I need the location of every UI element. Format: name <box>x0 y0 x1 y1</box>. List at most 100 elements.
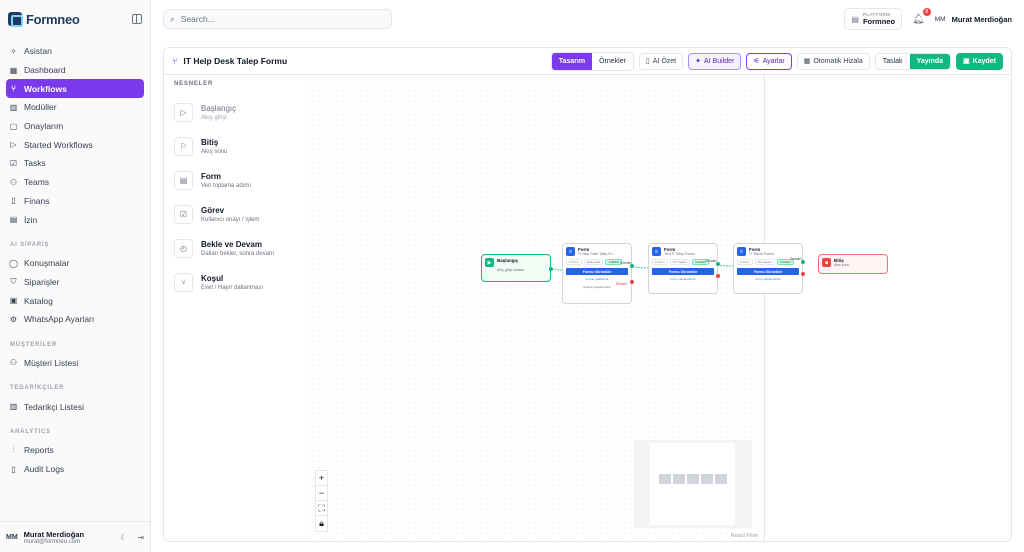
workflow-icon: ⑂ <box>11 84 16 94</box>
publish-toggle: Taslak Yayında <box>874 52 952 70</box>
handle[interactable] <box>549 267 553 271</box>
node-palette: NESNELER ▷ Başlangıç Akış girişi ⚐ Bitiş Akış… <box>164 75 304 541</box>
sidebar-user[interactable]: MM Murat Merdioğan murat@formneo.com ☾ ⇥ <box>0 521 150 552</box>
ai-summary-button[interactable]: ▯ AI Özet <box>638 52 684 70</box>
handle[interactable] <box>801 272 805 276</box>
node-note: Forma yetkilendir <box>585 277 609 281</box>
sidebar-item-konu-malar[interactable]: ◯ Konuşmalar <box>6 254 144 273</box>
settings-button[interactable]: ⚟ Ayarlar <box>746 52 792 70</box>
sidebar-item-tedarik-i-listesi[interactable]: ▥ Tedarikçi Listesi <box>6 397 144 416</box>
palette-item-title: Bekle ve Devam <box>201 239 262 249</box>
view-form-button[interactable]: Formu Görüntüle <box>652 268 714 275</box>
sidebar-item-sipari-ler[interactable]: ⛉ Siparişler <box>6 273 144 292</box>
sidebar-item-workflows[interactable]: ⑂ Workflows <box>6 79 144 99</box>
palette-item-subtitle: Evet / Hayır dallanması <box>201 284 264 291</box>
handle[interactable] <box>630 280 634 284</box>
view-form-button[interactable]: Formu Görüntüle <box>737 268 799 275</box>
view-form-button[interactable]: Formu Görüntüle <box>566 268 628 275</box>
search-input[interactable]: ⌕ Search... <box>163 9 392 29</box>
sidebar-item-i-zin[interactable]: ▤ İzin <box>6 210 144 229</box>
canvas-controls: + − ⛶ 🔒︎ <box>315 470 328 532</box>
notification-badge: 8 <box>922 7 931 16</box>
node-note: Form yapılandırıldı <box>755 277 781 281</box>
handle[interactable] <box>630 264 634 268</box>
lock-icon[interactable]: 🔒︎ <box>316 516 327 531</box>
workflow-header: ⑂ IT Help Desk Talep Formu Tasarım Örnek… <box>164 48 1011 75</box>
properties-panel <box>765 75 1011 541</box>
save-button[interactable]: ▣ Kaydet <box>956 52 1003 70</box>
sidebar-item-reports[interactable]: ⫶ Reports <box>6 441 144 460</box>
tab-examples[interactable]: Örnekler <box>592 53 633 70</box>
palette-item-0[interactable]: ▷ Başlangıç Akış girişi <box>174 95 294 129</box>
user-menu[interactable]: MM Murat Merdioğan <box>935 15 1012 24</box>
play-icon: ▷ <box>10 140 17 150</box>
sidebar-item-mod-ller[interactable]: ▥ Modüller <box>6 98 144 117</box>
palette-item-subtitle: Akış girişi <box>201 114 227 121</box>
zoom-in-icon[interactable]: + <box>316 471 327 486</box>
node-note: Form yapılandırıldı <box>670 277 696 281</box>
sidebar-item-tasks[interactable]: ☑ Tasks <box>6 154 144 173</box>
logout-icon[interactable]: ⇥ <box>137 533 144 542</box>
form-node-3[interactable]: ≡ Form IT Teknik Formu 1 Form Tür Seçimi Y… <box>733 243 803 294</box>
sidebar-item-label: Konuşmalar <box>24 258 70 269</box>
form-node-1[interactable]: ≡ Form IT Help Desk Talep Fo... 1 Form Ak… <box>562 243 632 304</box>
palette-item-title: Başlangıç <box>201 103 237 113</box>
palette-item-1[interactable]: ⚐ Bitiş Akış sonu <box>174 129 294 163</box>
sidebar-collapse-icon[interactable] <box>132 14 142 24</box>
form-icon: ≡ <box>737 247 746 256</box>
search-icon: ⌕ <box>170 13 175 24</box>
sidebar-item-asistan[interactable]: ✧ Asistan <box>6 42 144 61</box>
sidebar-item-label: Tasks <box>24 158 46 169</box>
ai-builder-button[interactable]: ✦ AI Builder <box>688 52 742 70</box>
palette-item-3[interactable]: ☑ Görev Kullanıcı onayı / işlem <box>174 197 294 231</box>
file-icon: ▯ <box>11 196 16 206</box>
minimap[interactable] <box>634 440 752 528</box>
platform-switcher[interactable]: ▤ PLATFORM Formneo <box>844 8 903 30</box>
auto-align-label: Otomatik Hizala <box>813 57 863 65</box>
palette-item-4[interactable]: ◴ Bekle ve Devam Dalları bekler, sonra dev… <box>174 231 294 265</box>
handle[interactable] <box>716 274 720 278</box>
sidebar-item-label: Siparişler <box>24 276 60 287</box>
palette-item-subtitle: Veri toplama adımı <box>201 182 252 189</box>
fit-view-icon[interactable]: ⛶ <box>316 501 327 516</box>
palette-title: NESNELER <box>174 81 214 87</box>
search-placeholder: Search... <box>180 14 215 24</box>
sidebar-item-whatsapp-ayarlar-[interactable]: ⚙ WhatsApp Ayarları <box>6 310 144 329</box>
draft-option[interactable]: Taslak <box>876 54 910 69</box>
react-flow-attribution[interactable]: React Flow <box>730 533 758 539</box>
workflow-canvas[interactable]: ▶ Başlangıç Akış girişi noktası ≡ Form I… <box>304 75 888 541</box>
tag: Tür Seçimi <box>669 259 690 265</box>
sidebar-item-label: Tedarikçi Listesi <box>24 401 84 412</box>
sidebar-section-title: MÜŞTERİLER <box>10 341 57 348</box>
file-text-icon: ▯ <box>11 464 16 474</box>
palette-item-2[interactable]: ▤ Form Veri toplama adımı <box>174 163 294 197</box>
start-node[interactable]: ▶ Başlangıç Akış girişi noktası <box>481 254 551 282</box>
bar-chart-icon: ⫶ <box>12 445 15 455</box>
handle[interactable] <box>716 262 720 266</box>
form-icon: ≡ <box>652 247 661 256</box>
tag: Tür Seçimi <box>754 259 775 265</box>
zoom-out-icon[interactable]: − <box>316 486 327 501</box>
sidebar-item-finans[interactable]: ▯ Finans <box>6 192 144 211</box>
sidebar-item-m-teri-listesi[interactable]: ⚇ Müşteri Listesi <box>6 354 144 373</box>
handle[interactable] <box>801 260 805 264</box>
formneo-logo-icon <box>8 12 23 27</box>
branch-icon: ⑂ <box>174 272 193 292</box>
sidebar-item-teams[interactable]: ⚇ Teams <box>6 173 144 192</box>
sidebar-item-onaylar-m[interactable]: ▢ Onaylarım <box>6 117 144 136</box>
published-option[interactable]: Yayında <box>909 53 951 69</box>
users-icon: ⚇ <box>9 358 18 368</box>
tab-design[interactable]: Tasarım <box>551 52 593 70</box>
sidebar-item-label: Dashboard <box>24 65 66 76</box>
end-node[interactable]: ■ Bitiş Akış sonu <box>818 254 888 274</box>
sidebar-item-dashboard[interactable]: ▦ Dashboard <box>6 61 144 80</box>
form-node-2[interactable]: ≡ Form Yeni IT Talep Formu 1 Form Tür Seç… <box>648 243 718 294</box>
moon-icon[interactable]: ☾ <box>120 533 127 542</box>
sidebar-item-started-workflows[interactable]: ▷ Started Workflows <box>6 135 144 154</box>
palette-item-5[interactable]: ⑂ Koşul Evet / Hayır dallanması <box>174 265 294 299</box>
auto-align-button[interactable]: ▦ Otomatik Hizala <box>796 52 870 70</box>
sidebar-item-katalog[interactable]: ▣ Katalog <box>6 291 144 310</box>
sidebar-item-audit-logs[interactable]: ▯ Audit Logs <box>6 460 144 479</box>
sidebar-item-label: Katalog <box>24 295 53 306</box>
notifications-button[interactable]: 🔔︎ 8 <box>912 7 931 25</box>
